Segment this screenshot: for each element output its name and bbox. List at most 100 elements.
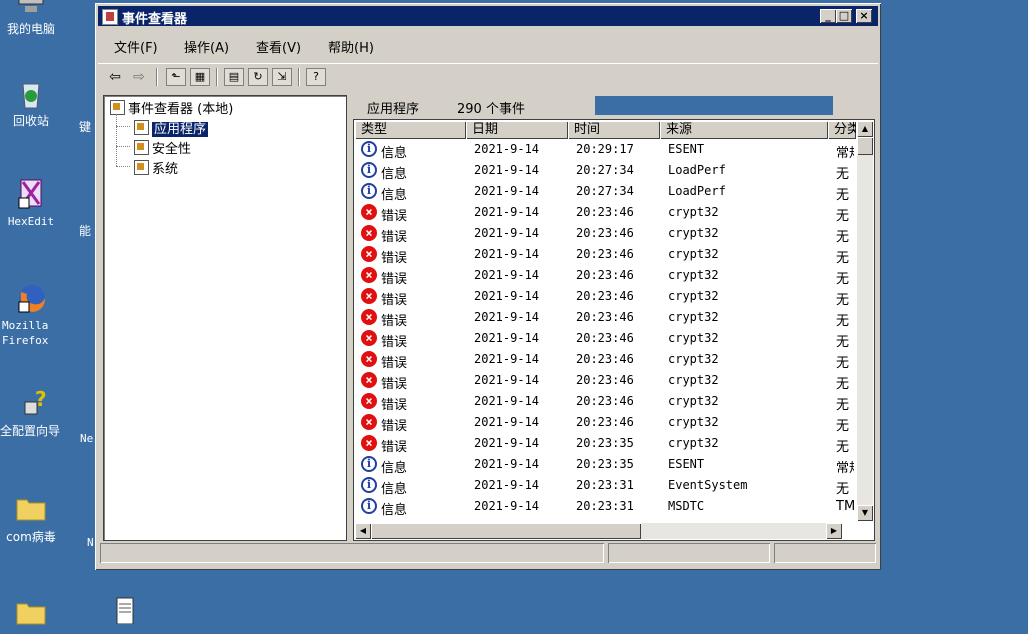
info-icon: i [361,498,377,514]
column-header-time[interactable]: 时间 [568,121,660,139]
event-source: crypt32 [668,205,719,219]
vertical-scrollbar[interactable]: ▲ ▼ [857,121,873,521]
tree-root-label: 事件查看器 (本地) [128,102,234,117]
properties-icon[interactable]: ▤ [224,68,244,86]
event-row[interactable]: × 错误 2021-9-14 20:23:35 crypt32 无 [355,434,849,455]
scroll-right-arrow-icon[interactable]: ▶ [826,523,842,539]
error-icon: × [361,435,377,451]
error-icon: × [361,309,377,325]
tree-item-security[interactable]: 安全性 [134,138,191,157]
scroll-up-arrow-icon[interactable]: ▲ [857,121,873,137]
scroll-left-arrow-icon[interactable]: ◀ [355,523,371,539]
tree-item-system[interactable]: 系统 [134,158,178,177]
event-date: 2021-9-14 [474,142,540,156]
show-tree-icon[interactable]: ▦ [190,68,210,86]
event-row[interactable]: × 错误 2021-9-14 20:23:46 crypt32 无 [355,371,849,392]
error-icon: × [361,246,377,262]
event-time: 20:23:46 [576,331,634,345]
event-row[interactable]: i 信息 2021-9-14 20:27:34 LoadPerf 无 [355,182,849,203]
event-row[interactable]: × 错误 2021-9-14 20:23:46 crypt32 无 [355,392,849,413]
event-category: 无 [836,314,850,329]
list-header-bar: 应用程序 290 个事件 [353,95,875,117]
tree-item-application[interactable]: 应用程序 [134,118,209,137]
minimize-button[interactable]: _ [820,9,836,23]
event-time: 20:27:34 [576,163,634,177]
desktop-icon-firefox[interactable]: Mozilla Firefox [0,282,64,348]
desktop-icon-my-computer[interactable]: 我的电脑 [0,0,64,37]
scroll-down-arrow-icon[interactable]: ▼ [857,505,873,521]
event-category: 无 [836,293,850,308]
event-type: 错误 [381,335,408,350]
menu-bar: 文件(F) 操作(A) 查看(V) 帮助(H) [98,31,878,57]
event-date: 2021-9-14 [474,163,540,177]
event-category: 无 [836,209,850,224]
event-row[interactable]: × 错误 2021-9-14 20:23:46 crypt32 无 [355,266,849,287]
desktop-icon-config-wizard[interactable]: ? 全配置向导 [0,387,66,439]
column-header-source[interactable]: 来源 [660,121,828,139]
scroll-thumb[interactable] [371,523,641,539]
event-row[interactable]: × 错误 2021-9-14 20:23:46 crypt32 无 [355,224,849,245]
menu-help[interactable]: 帮助(H) [328,37,374,56]
wizard-icon: ? [17,387,49,420]
event-source: crypt32 [668,415,719,429]
back-arrow-icon[interactable]: ⇦ [106,68,124,86]
up-level-icon[interactable]: ⬑ [166,68,186,86]
menu-action[interactable]: 操作(A) [184,37,229,56]
desktop-icon-folder-bottom[interactable] [0,598,64,634]
column-header-type[interactable]: 类型 [355,121,466,139]
export-list-icon[interactable]: ⇲ [272,68,292,86]
event-row[interactable]: × 错误 2021-9-14 20:23:46 crypt32 无 [355,203,849,224]
event-list[interactable]: 类型 日期 时间 来源 分类 i 信息 2021-9-14 20:29:17 ESENT… [353,119,875,541]
column-header-date[interactable]: 日期 [466,121,568,139]
event-date: 2021-9-14 [474,310,540,324]
error-icon: × [361,204,377,220]
desktop-icon-notepad-bottom[interactable] [90,596,156,632]
event-row[interactable]: × 错误 2021-9-14 20:23:46 crypt32 无 [355,350,849,371]
event-viewer-icon [110,100,125,115]
event-row[interactable]: i 信息 2021-9-14 20:29:17 ESENT 常规 [355,140,854,161]
event-row[interactable]: × 错误 2021-9-14 20:23:46 crypt32 无 [355,329,849,350]
event-row[interactable]: × 错误 2021-9-14 20:23:46 crypt32 无 [355,245,849,266]
event-source: crypt32 [668,331,719,345]
event-source: crypt32 [668,352,719,366]
event-row[interactable]: i 信息 2021-9-14 20:23:35 ESENT 常规 [355,455,854,476]
event-category: 无 [836,482,850,497]
event-row[interactable]: × 错误 2021-9-14 20:23:46 crypt32 无 [355,287,849,308]
event-time: 20:23:46 [576,352,634,366]
desktop-icon-hexedit[interactable]: HexEdit [0,178,64,229]
event-category: 无 [836,398,850,413]
help-icon[interactable]: ? [306,68,326,86]
event-time: 20:27:34 [576,184,634,198]
error-icon: × [361,225,377,241]
event-source: crypt32 [668,247,719,261]
maximize-button[interactable]: □ [836,9,852,23]
close-button[interactable]: × [856,9,872,23]
desktop-icon-recycle-bin[interactable]: 回收站 [0,78,64,129]
menu-file[interactable]: 文件(F) [114,37,158,56]
event-date: 2021-9-14 [474,289,540,303]
title-bar[interactable]: 事件查看器 _ □ × [98,6,878,27]
forward-arrow-icon[interactable]: ⇨ [130,68,148,86]
tree-root[interactable]: 事件查看器 (本地) [110,98,233,117]
column-header-category[interactable]: 分类 [828,121,856,139]
info-icon: i [361,162,377,178]
event-type: 错误 [381,314,408,329]
desktop-icon-com-virus[interactable]: com病毒 [0,494,64,545]
refresh-icon[interactable]: ↻ [248,68,268,86]
event-row[interactable]: i 信息 2021-9-14 20:27:34 LoadPerf 无 [355,161,849,182]
tree-pane[interactable]: 事件查看器 (本地) 应用程序 安全性 系统 [103,95,347,541]
tree-connector [116,146,130,147]
event-row[interactable]: × 错误 2021-9-14 20:23:46 crypt32 无 [355,308,849,329]
desktop-icon-label: com病毒 [6,530,56,544]
scroll-thumb[interactable] [857,137,873,155]
event-row[interactable]: × 错误 2021-9-14 20:23:46 crypt32 无 [355,413,849,434]
event-date: 2021-9-14 [474,184,540,198]
event-category: 无 [836,272,850,287]
desktop-label-fragment: 键 [79,120,92,134]
horizontal-scrollbar[interactable]: ◀ ▶ [355,523,842,539]
event-row[interactable]: i 信息 2021-9-14 20:23:31 EventSystem 无 [355,476,849,497]
event-row[interactable]: i 信息 2021-9-14 20:23:31 MSDTC TM [355,497,854,518]
menu-view[interactable]: 查看(V) [256,37,301,56]
event-type: 信息 [381,146,408,161]
event-category: 常规 [836,461,854,476]
